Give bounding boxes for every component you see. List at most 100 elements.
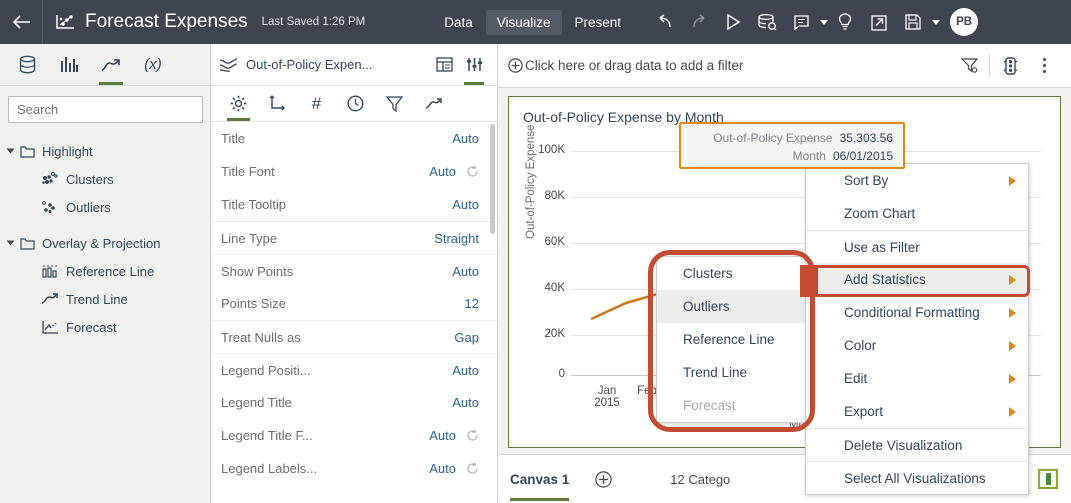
menu-item-add-statistics[interactable]: Add Statistics (806, 263, 1028, 296)
reset-icon[interactable] (466, 462, 479, 475)
y-tick-label: 20K (544, 328, 565, 340)
prop-tab-general[interactable] (219, 86, 258, 121)
outliers-icon (40, 199, 60, 215)
properties-sliders-button[interactable] (459, 44, 489, 85)
plus-circle-icon[interactable] (508, 58, 523, 73)
save-button[interactable] (896, 0, 930, 44)
prop-value[interactable]: 12 (465, 296, 479, 311)
sidebar-item-trend-line[interactable]: Trend Line (0, 285, 210, 313)
nav-tabs: Data Visualize Present (431, 9, 633, 35)
reset-icon[interactable] (466, 165, 479, 178)
bar-chart-icon (60, 57, 78, 72)
filter-bar[interactable]: Click here or drag data to add a filter (498, 44, 1071, 88)
arrow-left-icon (12, 15, 30, 29)
chevron-down-icon (6, 240, 15, 246)
search-input[interactable] (8, 96, 203, 123)
sidebar-item-clusters[interactable]: Clusters (0, 165, 210, 193)
prop-tab-number-format[interactable]: # (297, 86, 336, 121)
prop-tab-axis[interactable] (258, 86, 297, 121)
menu-item-use-as-filter[interactable]: Use as Filter (806, 230, 1028, 263)
tooltip-value: 06/01/2015 (832, 149, 893, 163)
conditional-format-button[interactable] (993, 44, 1027, 88)
prop-value[interactable]: Auto (429, 428, 456, 443)
properties-list[interactable]: Title Auto Title Font Auto Title Tooltip… (211, 122, 497, 502)
undo-button[interactable] (648, 0, 682, 44)
avatar[interactable]: PB (950, 8, 979, 36)
menu-item-edit[interactable]: Edit (806, 362, 1028, 395)
reset-icon[interactable] (466, 429, 479, 442)
top-toolbar: PB (648, 0, 979, 44)
prop-label: Legend Title F... (221, 428, 313, 443)
menu-item-select-all-visualizations[interactable]: Select All Visualizations (806, 461, 1028, 494)
prepare-data-button[interactable] (750, 0, 784, 44)
prop-value[interactable]: Straight (434, 231, 479, 246)
layout-split-button[interactable] (1037, 468, 1059, 490)
prop-row-legend-title-font[interactable]: Legend Title F... Auto (211, 419, 497, 452)
canvas-tab[interactable]: Canvas 1 (510, 458, 570, 501)
menu-item-zoom-chart[interactable]: Zoom Chart (806, 197, 1028, 230)
filter-icon (386, 95, 403, 112)
sidebar-tab-calculations[interactable]: (x) (132, 44, 174, 85)
filter-toggle-button[interactable] (952, 44, 986, 88)
add-statistics-submenu[interactable]: Clusters Outliers Reference Line Trend L… (656, 256, 807, 423)
menu-item-conditional-formatting[interactable]: Conditional Formatting (806, 296, 1028, 329)
grammar-panel-button[interactable] (429, 44, 459, 85)
chevron-down-icon[interactable] (820, 19, 829, 25)
prop-row-title[interactable]: Title Auto (211, 122, 497, 155)
analytics-trend-icon (101, 58, 120, 71)
prop-value[interactable]: Auto (429, 461, 456, 476)
submenu-item-reference-line[interactable]: Reference Line (657, 323, 806, 356)
insights-button[interactable] (828, 0, 862, 44)
prop-value[interactable]: Auto (452, 264, 479, 279)
prop-tab-date-time[interactable] (336, 86, 375, 121)
submenu-item-trend-line[interactable]: Trend Line (657, 356, 806, 389)
search-area (0, 86, 210, 129)
submenu-item-outliers[interactable]: Outliers (657, 290, 806, 323)
comments-button[interactable] (784, 0, 818, 44)
redo-button[interactable] (682, 0, 716, 44)
share-button[interactable] (862, 0, 896, 44)
tree-group-highlight: Highlight Clusters Outliers (0, 137, 210, 221)
sidebar-item-reference-line[interactable]: Reference Line (0, 257, 210, 285)
group-header-overlay-projection[interactable]: Overlay & Projection (0, 229, 210, 257)
prop-row-points-size[interactable]: Points Size 12 (211, 287, 497, 320)
properties-scrollbar[interactable] (490, 124, 495, 234)
prop-value[interactable]: Auto (429, 164, 456, 179)
sidebar-tab-analytics[interactable] (90, 44, 132, 85)
prop-value[interactable]: Auto (452, 395, 479, 410)
prop-row-line-type[interactable]: Line Type Straight (211, 221, 497, 254)
prop-value[interactable]: Gap (454, 330, 479, 345)
sidebar-item-outliers[interactable]: Outliers (0, 193, 210, 221)
menu-item-delete-visualization[interactable]: Delete Visualization (806, 428, 1028, 461)
chevron-right-icon (1009, 175, 1016, 186)
tab-data[interactable]: Data (433, 10, 484, 35)
prop-row-title-font[interactable]: Title Font Auto (211, 155, 497, 188)
prop-value[interactable]: Auto (452, 363, 479, 378)
tab-visualize[interactable]: Visualize (485, 9, 562, 35)
more-options-button[interactable] (1027, 44, 1061, 88)
add-canvas-button[interactable] (595, 470, 612, 488)
prop-row-legend-position[interactable]: Legend Positi... Auto (211, 353, 497, 386)
prop-row-legend-labels[interactable]: Legend Labels... Auto (211, 452, 497, 485)
tab-present[interactable]: Present (564, 10, 633, 35)
back-button[interactable] (0, 0, 42, 44)
prop-row-show-points[interactable]: Show Points Auto (211, 254, 497, 287)
prop-row-title-tooltip[interactable]: Title Tooltip Auto (211, 188, 497, 221)
prop-tab-filter[interactable] (375, 86, 414, 121)
sidebar-tab-charts[interactable] (48, 44, 90, 85)
sidebar-tab-data-source[interactable] (6, 44, 48, 85)
prop-value[interactable]: Auto (452, 131, 479, 146)
menu-item-label: Edit (844, 371, 868, 386)
save-chevron-down-icon[interactable] (932, 19, 941, 25)
prop-tab-analytics[interactable] (414, 86, 453, 121)
prop-row-treat-nulls[interactable]: Treat Nulls as Gap (211, 320, 497, 353)
prop-row-legend-title[interactable]: Legend Title Auto (211, 386, 497, 419)
sidebar-item-forecast[interactable]: Forecast (0, 313, 210, 341)
run-button[interactable] (716, 0, 750, 44)
menu-item-color[interactable]: Color (806, 329, 1028, 362)
group-header-highlight[interactable]: Highlight (0, 137, 210, 165)
chart-context-menu[interactable]: Sort By Zoom Chart Use as Filter Add Sta… (805, 163, 1029, 495)
prop-value[interactable]: Auto (452, 197, 479, 212)
menu-item-export[interactable]: Export (806, 395, 1028, 428)
submenu-item-clusters[interactable]: Clusters (657, 257, 806, 290)
